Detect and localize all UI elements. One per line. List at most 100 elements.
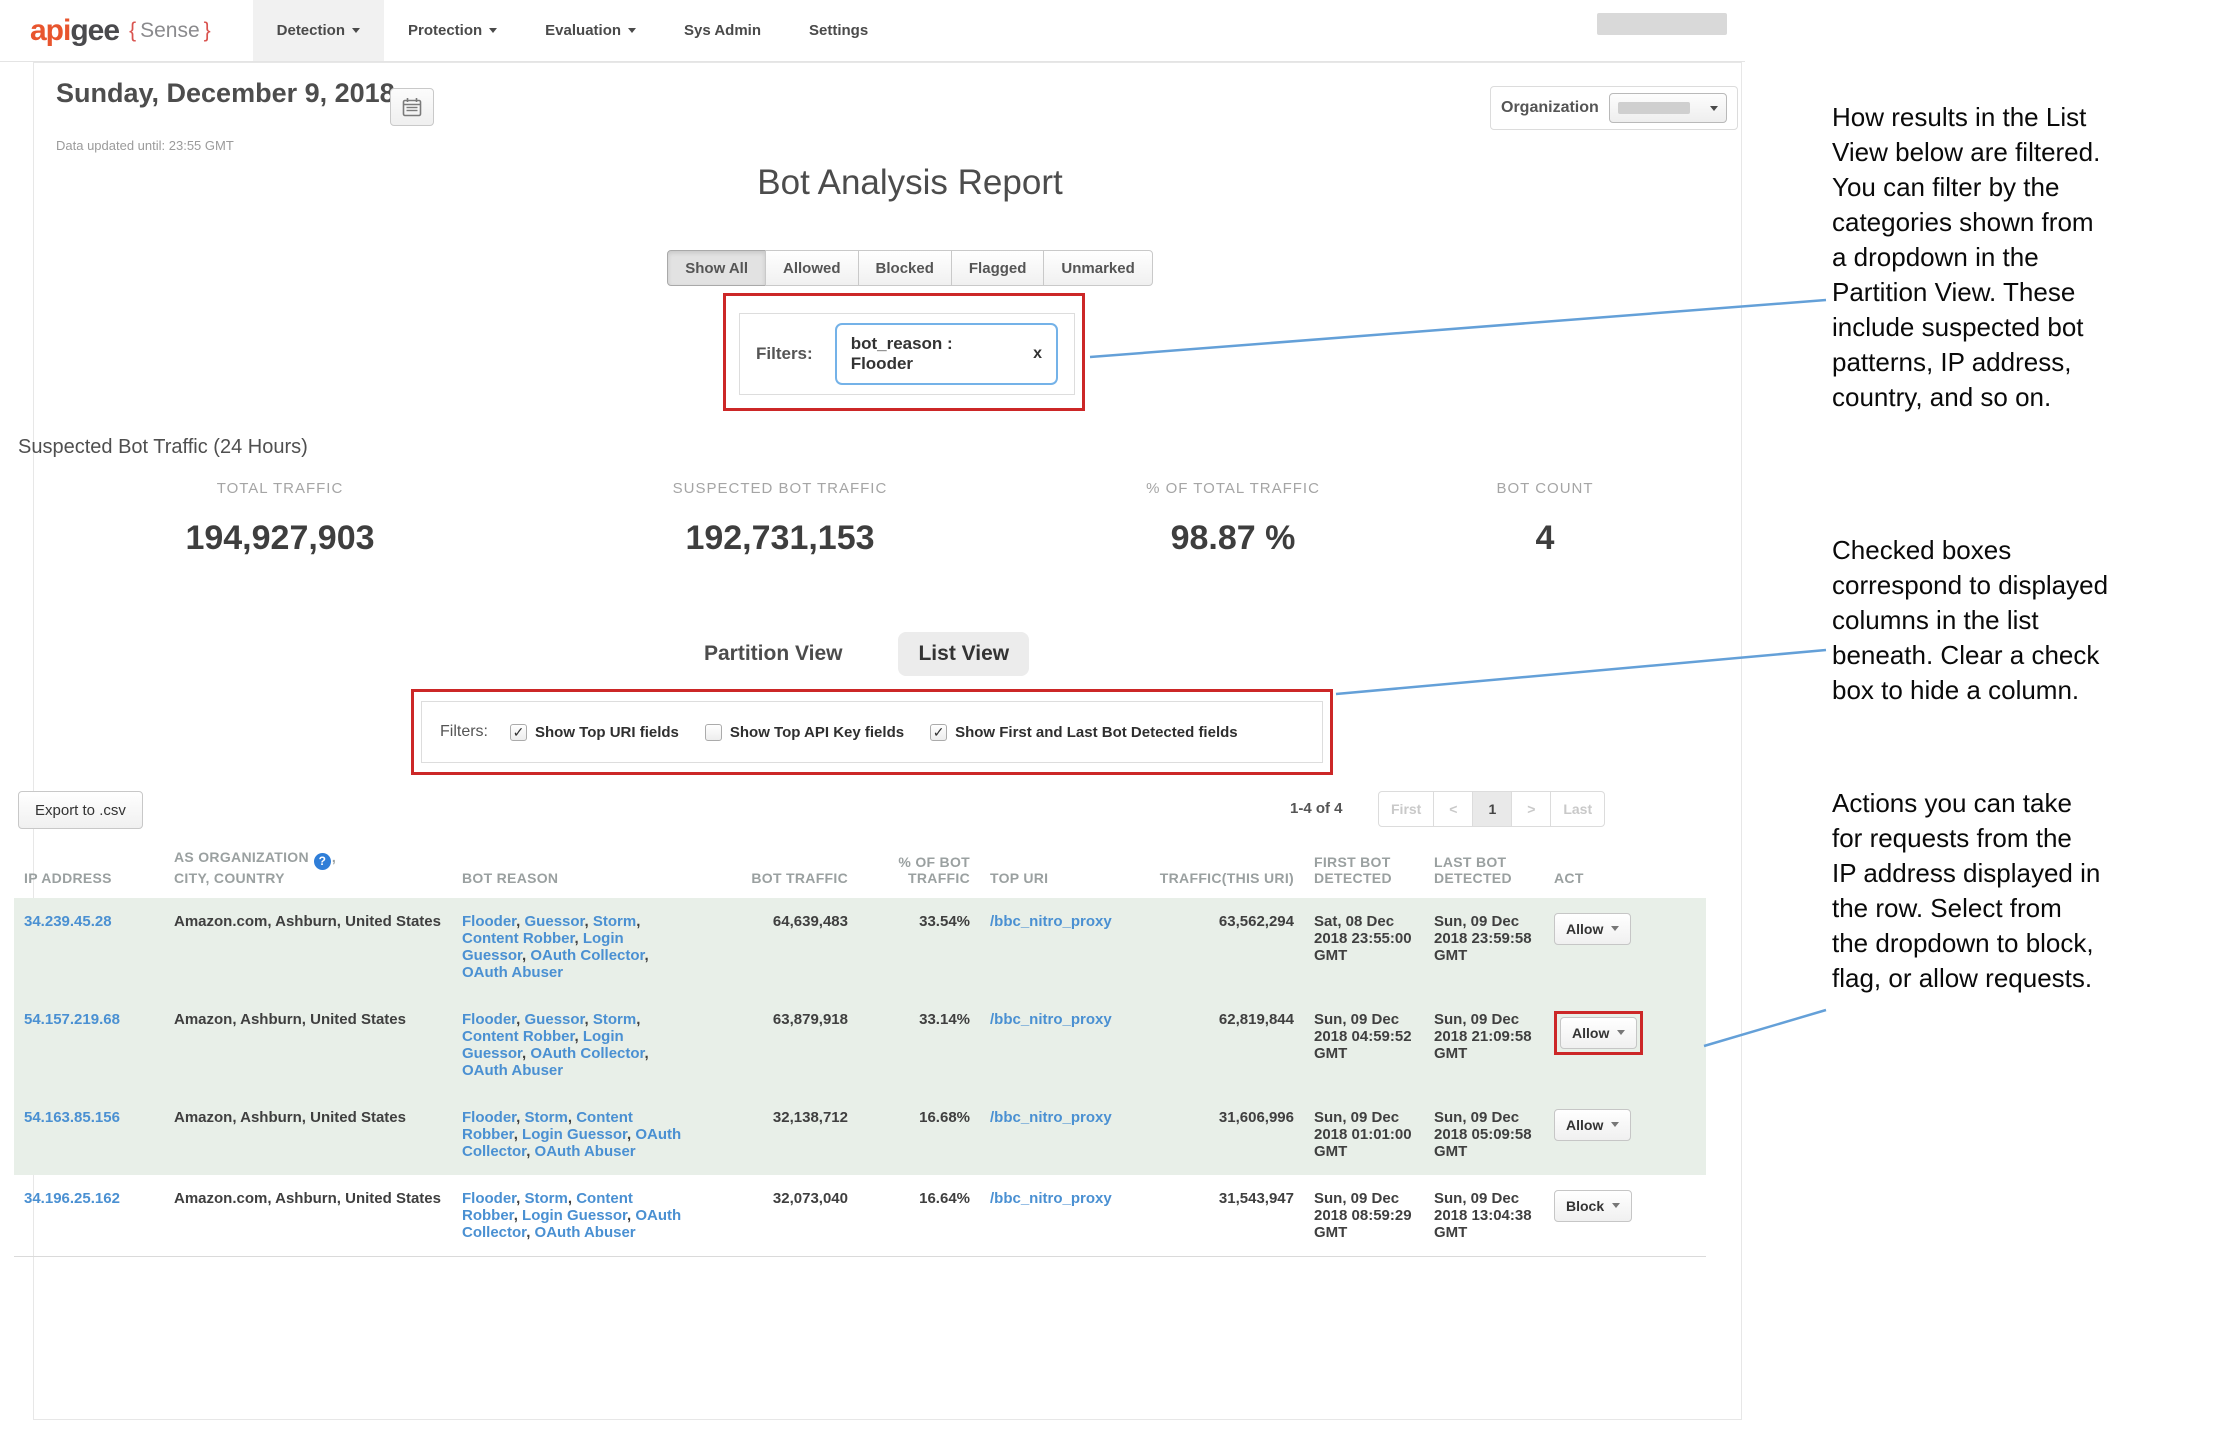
nav-item-protection[interactable]: Protection [384, 0, 521, 61]
nav-item-label: Detection [277, 22, 345, 39]
col-traffic-this-uri: TRAFFIC(THIS URI) [1138, 843, 1304, 898]
bot-reason-cell: Flooder, Guessor, Storm, Content Robber,… [452, 898, 698, 996]
page-button-first[interactable]: First [1378, 791, 1434, 827]
top-uri-link[interactable]: /bbc_nitro_proxy [990, 913, 1112, 930]
chevron-down-icon [1611, 926, 1619, 931]
ip-address-link[interactable]: 54.163.85.156 [24, 1109, 120, 1126]
annotation-note-filters: How results in the List View below are f… [1832, 100, 2204, 415]
bot-reason-link[interactable]: Storm [525, 1190, 568, 1207]
col-as-organization: AS ORGANIZATION?,CITY, COUNTRY [164, 843, 452, 898]
tab-list-view[interactable]: List View [898, 632, 1029, 676]
tab-flagged[interactable]: Flagged [951, 250, 1045, 286]
checked-checkbox-icon[interactable]: ✓ [510, 724, 527, 741]
page-button-[interactable]: > [1511, 791, 1551, 827]
as-organization-cell: Amazon, Ashburn, United States [164, 1094, 452, 1175]
column-filter-options: ✓Show Top URI fields Show Top API Key fie… [510, 724, 1238, 741]
checkbox-show-top-uri-fields[interactable]: ✓Show Top URI fields [510, 724, 679, 741]
ip-address-link[interactable]: 34.196.25.162 [24, 1190, 120, 1207]
col-act: ACT [1544, 843, 1706, 898]
nav-item-label: Settings [809, 22, 868, 39]
col-pct-bot-traffic: % OF BOT TRAFFIC [858, 843, 980, 898]
date-picker-button[interactable] [390, 88, 434, 126]
table-header-row: IP ADDRESS AS ORGANIZATION?,CITY, COUNTR… [14, 843, 1706, 898]
bot-reason-cell: Flooder, Storm, Content Robber, Login Gu… [452, 1094, 698, 1175]
report-date: Sunday, December 9, 2018 [56, 78, 395, 109]
ip-address-link[interactable]: 34.239.45.28 [24, 913, 112, 930]
bot-reason-cell: Flooder, Storm, Content Robber, Login Gu… [452, 1175, 698, 1257]
bot-reason-link[interactable]: Guessor [525, 913, 585, 930]
chevron-down-icon [1611, 1122, 1619, 1127]
tab-partition-view[interactable]: Partition View [698, 632, 848, 676]
bot-reason-link[interactable]: OAuth Collector [530, 947, 644, 964]
status-tab-group: Show AllAllowedBlockedFlaggedUnmarked [80, 250, 1740, 286]
stat-value: 192,731,153 [560, 519, 1000, 558]
action-dropdown[interactable]: Allow [1554, 913, 1631, 945]
nav-item-detection[interactable]: Detection [253, 0, 384, 61]
traffic-this-uri-cell: 31,543,947 [1138, 1175, 1304, 1257]
checkbox-label: Show First and Last Bot Detected fields [955, 724, 1238, 741]
filter-chip-bot-reason[interactable]: bot_reason : Flooder x [835, 323, 1058, 385]
bot-reason-link[interactable]: Login Guessor [522, 1207, 627, 1224]
bot-reason-link[interactable]: OAuth Abuser [535, 1143, 636, 1160]
bot-reason-link[interactable]: OAuth Abuser [462, 1062, 563, 1079]
tab-blocked[interactable]: Blocked [858, 250, 952, 286]
calendar-icon [402, 97, 422, 117]
bot-reason-link[interactable]: Flooder [462, 1011, 516, 1028]
tab-unmarked[interactable]: Unmarked [1043, 250, 1152, 286]
top-uri-link[interactable]: /bbc_nitro_proxy [990, 1109, 1112, 1126]
page-button-[interactable]: < [1433, 791, 1473, 827]
bot-reason-link[interactable]: Storm [593, 1011, 636, 1028]
table-row: 54.157.219.68 Amazon, Ashburn, United St… [14, 996, 1706, 1094]
remove-filter-icon[interactable]: x [1033, 345, 1042, 363]
last-bot-detected-cell: Sun, 09 Dec 2018 05:09:58 GMT [1424, 1094, 1544, 1175]
annotation-note-actions: Actions you can take for requests from t… [1832, 786, 2204, 996]
action-dropdown[interactable]: Allow [1560, 1017, 1637, 1049]
page-button-1[interactable]: 1 [1472, 791, 1512, 827]
bot-traffic-cell: 63,879,918 [698, 996, 858, 1094]
tab-allowed[interactable]: Allowed [765, 250, 859, 286]
nav-item-settings[interactable]: Settings [785, 0, 892, 61]
bot-reason-link[interactable]: OAuth Abuser [535, 1224, 636, 1241]
page-button-last[interactable]: Last [1550, 791, 1605, 827]
nav-item-label: Protection [408, 22, 482, 39]
bot-reason-link[interactable]: Login Guessor [522, 1126, 627, 1143]
first-bot-detected-cell: Sun, 09 Dec 2018 04:59:52 GMT [1304, 996, 1424, 1094]
tab-show-all[interactable]: Show All [667, 250, 766, 286]
checkbox-show-first-and-last-bot-detected-fields[interactable]: ✓ Show First and Last Bot Detected fields [930, 724, 1238, 741]
checked-checkbox-icon[interactable]: ✓ [930, 724, 947, 741]
chevron-down-icon [628, 28, 636, 33]
top-uri-link[interactable]: /bbc_nitro_proxy [990, 1190, 1112, 1207]
column-filter-box: Filters: ✓Show Top URI fields Show Top AP… [421, 701, 1323, 763]
action-dropdown[interactable]: Allow [1554, 1109, 1631, 1141]
nav-item-evaluation[interactable]: Evaluation [521, 0, 660, 61]
bot-reason-link[interactable]: Content Robber [462, 1028, 575, 1045]
unchecked-checkbox-icon[interactable] [705, 724, 722, 741]
bot-reason-link[interactable]: Flooder [462, 1190, 516, 1207]
annotation-note-checkboxes: Checked boxes correspond to displayed co… [1832, 533, 2204, 708]
traffic-this-uri-cell: 63,562,294 [1138, 898, 1304, 996]
bot-reason-link[interactable]: OAuth Abuser [462, 964, 563, 981]
bot-reason-link[interactable]: Content Robber [462, 930, 575, 947]
ip-address-link[interactable]: 54.157.219.68 [24, 1011, 120, 1028]
bot-reason-link[interactable]: Flooder [462, 913, 516, 930]
logo-sense: {Sense} [129, 19, 211, 43]
chevron-down-icon [352, 28, 360, 33]
bot-reason-link[interactable]: Guessor [525, 1011, 585, 1028]
bot-reason-link[interactable]: Storm [593, 913, 636, 930]
top-navbar: apigee {Sense} DetectionProtectionEvalua… [0, 0, 1745, 62]
action-dropdown[interactable]: Block [1554, 1190, 1632, 1222]
organization-label: Organization [1501, 99, 1599, 117]
checkbox-show-top-api-key-fields[interactable]: Show Top API Key fields [705, 724, 904, 741]
top-uri-link[interactable]: /bbc_nitro_proxy [990, 1011, 1112, 1028]
chevron-down-icon [1617, 1030, 1625, 1035]
table-row: 34.239.45.28 Amazon.com, Ashburn, United… [14, 898, 1706, 996]
export-csv-button[interactable]: Export to .csv [18, 791, 143, 829]
bot-reason-link[interactable]: Flooder [462, 1109, 516, 1126]
bot-reason-link[interactable]: OAuth Collector [530, 1045, 644, 1062]
nav-item-sys-admin[interactable]: Sys Admin [660, 0, 785, 61]
stat-bot-count: BOT COUNT4 [1325, 480, 1765, 558]
bot-reason-link[interactable]: Storm [525, 1109, 568, 1126]
filters-label: Filters: [440, 723, 488, 741]
organization-select[interactable] [1609, 93, 1727, 123]
help-icon[interactable]: ? [314, 853, 331, 870]
